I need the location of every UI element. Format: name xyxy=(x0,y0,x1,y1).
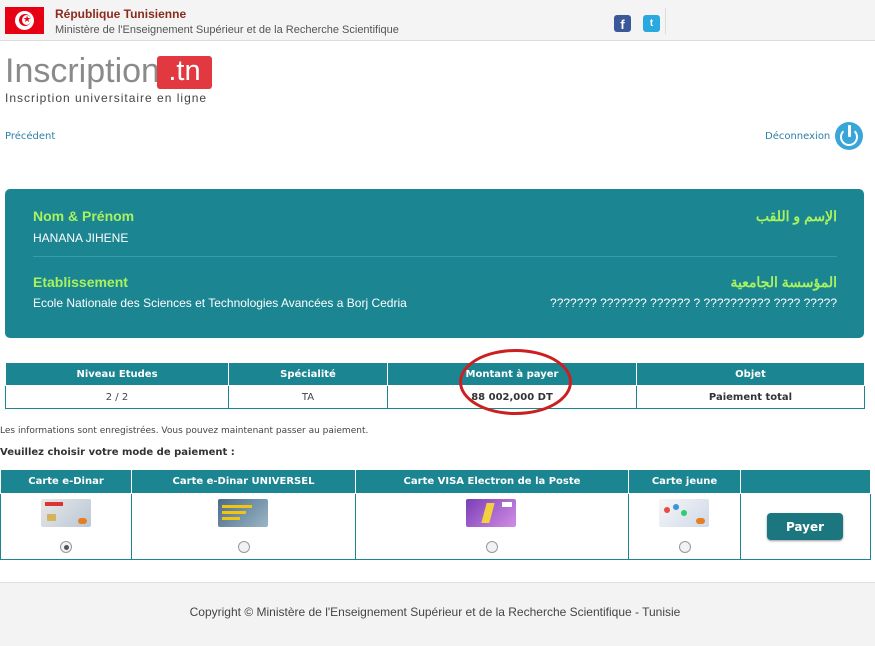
republic-title: République Tunisienne xyxy=(55,7,187,21)
objet-value: Paiement total xyxy=(636,385,865,409)
copyright-text: Copyright © Ministère de l'Enseignement … xyxy=(189,605,681,619)
option-visa-poste-header: Carte VISA Electron de la Poste xyxy=(355,469,629,494)
col-objet-header: Objet xyxy=(636,362,865,386)
option-edinar-header: Carte e-Dinar xyxy=(0,469,132,494)
choose-payment-label: Veuillez choisir votre mode de paiement … xyxy=(0,447,235,458)
summary-header-row: Niveau Etudes Spécialité Montant à payer… xyxy=(5,362,865,386)
option-edinar-cell xyxy=(0,493,132,560)
red-circle-annotation xyxy=(459,349,572,415)
edinar-card-icon xyxy=(41,499,91,527)
logo-wordmark: Inscription xyxy=(5,52,160,90)
student-info-card: Nom & Prénom الإسم و اللقب HANANA JIHENE… xyxy=(5,189,864,338)
col-specialite-header: Spécialité xyxy=(228,362,388,386)
action-header xyxy=(740,469,871,494)
institution-label-ar: المؤسسة الجامعية xyxy=(730,274,837,290)
footer: Copyright © Ministère de l'Enseignement … xyxy=(0,582,875,646)
name-label-fr: Nom & Prénom xyxy=(33,208,135,224)
action-cell: Payer xyxy=(740,493,871,560)
previous-link[interactable]: Précédent xyxy=(5,131,55,142)
option-visa-poste-cell xyxy=(355,493,629,560)
visa-poste-radio[interactable] xyxy=(486,541,498,553)
visa-poste-card-icon xyxy=(466,499,516,527)
niveau-value: 2 / 2 xyxy=(5,385,229,409)
edinar-universel-radio[interactable] xyxy=(238,541,250,553)
specialite-value: TA xyxy=(228,385,388,409)
institution-label-fr: Etablissement xyxy=(33,274,128,290)
ministry-title: Ministère de l'Enseignement Supérieur et… xyxy=(55,24,399,36)
logout-link[interactable]: Déconnexion xyxy=(765,131,830,142)
option-carte-jeune-header: Carte jeune xyxy=(628,469,741,494)
summary-row: 2 / 2 TA 88 002,000 DT Paiement total xyxy=(5,385,865,409)
institution-name-ar: ??????? ??????? ?????? ? ?????????? ????… xyxy=(550,296,837,310)
edinar-universel-card-icon xyxy=(218,499,268,527)
option-edinar-universel-header: Carte e-Dinar UNIVERSEL xyxy=(131,469,356,494)
top-bar: ★ République Tunisienne Ministère de l'E… xyxy=(0,0,875,41)
card-divider xyxy=(33,256,837,257)
institution-name-fr: Ecole Nationale des Sciences et Technolo… xyxy=(33,296,407,310)
logo-tld-badge: .tn xyxy=(157,56,212,89)
tunisia-flag-icon: ★ xyxy=(5,7,44,34)
summary-table: Niveau Etudes Spécialité Montant à payer… xyxy=(5,362,865,409)
payment-header-row: Carte e-Dinar Carte e-Dinar UNIVERSEL Ca… xyxy=(0,469,871,494)
option-carte-jeune-cell xyxy=(628,493,741,560)
carte-jeune-card-icon xyxy=(659,499,709,527)
col-niveau-header: Niveau Etudes xyxy=(5,362,229,386)
name-label-ar: الإسم و اللقب xyxy=(755,208,837,224)
pay-button[interactable]: Payer xyxy=(767,513,843,540)
twitter-icon[interactable]: t xyxy=(643,15,660,32)
header-divider xyxy=(665,8,666,34)
student-name: HANANA JIHENE xyxy=(33,231,129,245)
power-icon[interactable] xyxy=(835,122,863,150)
payment-method-table: Carte e-Dinar Carte e-Dinar UNIVERSEL Ca… xyxy=(0,469,871,560)
option-edinar-universel-cell xyxy=(131,493,356,560)
carte-jeune-radio[interactable] xyxy=(679,541,691,553)
logo-tagline: Inscription universitaire en ligne xyxy=(5,91,208,105)
edinar-radio[interactable] xyxy=(60,541,72,553)
saved-message: Les informations sont enregistrées. Vous… xyxy=(0,426,369,436)
facebook-icon[interactable]: f xyxy=(614,15,631,32)
payment-options-row: Payer xyxy=(0,493,871,560)
